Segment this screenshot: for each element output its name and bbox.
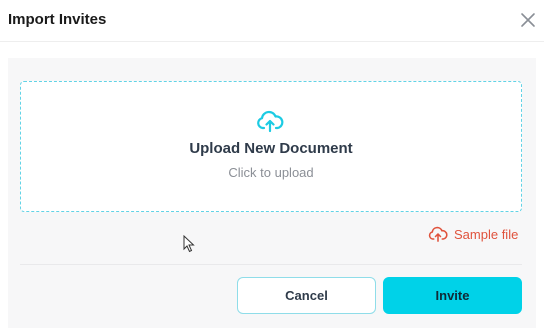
upload-subtitle: Click to upload	[228, 165, 314, 180]
cancel-button[interactable]: Cancel	[237, 277, 376, 314]
sample-file-link[interactable]: Sample file	[428, 224, 518, 244]
cloud-upload-icon	[428, 226, 448, 242]
footer-divider	[20, 264, 522, 265]
upload-title: Upload New Document	[189, 140, 353, 157]
mouse-cursor-icon	[183, 235, 195, 253]
sample-file-label: Sample file	[454, 226, 519, 242]
dialog-title: Import Invites	[8, 11, 107, 28]
invite-button[interactable]: Invite	[383, 277, 522, 314]
close-icon[interactable]	[519, 11, 537, 29]
dialog-header: Import Invites	[0, 0, 544, 42]
import-invites-dialog: Import Invites Upload New Document Click…	[0, 0, 544, 333]
cloud-upload-icon	[257, 110, 284, 133]
